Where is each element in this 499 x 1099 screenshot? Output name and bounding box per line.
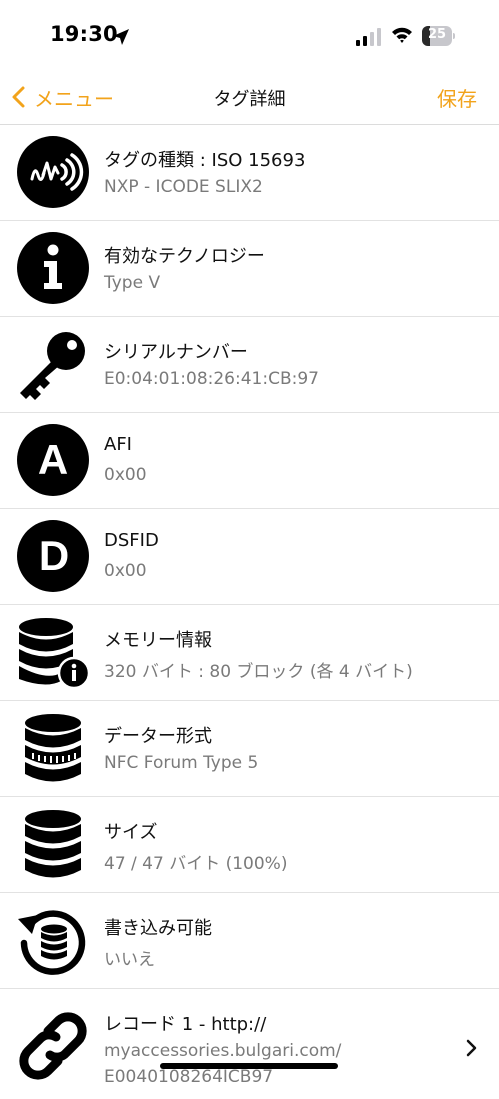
save-button[interactable]: 保存 xyxy=(437,83,477,112)
row-value: 0x00 xyxy=(104,561,147,581)
database-format-icon xyxy=(25,714,81,782)
back-button[interactable]: メニュー xyxy=(10,82,114,112)
list-item-afi[interactable]: A AFI 0x00 xyxy=(0,413,499,509)
row-value: NXP - ICODE SLIX2 xyxy=(104,177,263,197)
list-item-tag-type[interactable]: タグの種類 : ISO 15693 NXP - ICODE SLIX2 xyxy=(0,125,499,221)
chevron-left-icon xyxy=(12,86,25,108)
nfc-wave-icon xyxy=(17,136,89,208)
row-title: AFI xyxy=(104,434,132,455)
list-item-technology[interactable]: 有効なテクノロジー Type V xyxy=(0,221,499,317)
letter-d-icon: D xyxy=(17,520,89,592)
info-icon xyxy=(17,232,89,304)
list-item-writable[interactable]: 書き込み可能 いいえ xyxy=(0,893,499,989)
row-title: タグの種類 : ISO 15693 xyxy=(104,150,306,171)
icon-letter: A xyxy=(38,436,68,483)
status-bar: 19:30 25 xyxy=(0,0,499,72)
cellular-signal-icon xyxy=(356,28,381,46)
database-icon xyxy=(25,810,81,878)
location-arrow-icon xyxy=(113,29,129,45)
row-title: データー形式 xyxy=(104,726,212,747)
list-item-size[interactable]: サイズ 47 / 47 バイト (100%) xyxy=(0,797,499,893)
row-title: レコード 1 - http:// xyxy=(104,1014,267,1035)
icon-letter: D xyxy=(39,532,69,579)
row-value: 47 / 47 バイト (100%) xyxy=(104,854,288,874)
battery-icon: 25 xyxy=(422,26,456,46)
key-icon xyxy=(20,332,85,400)
letter-a-icon: A xyxy=(17,424,89,496)
row-value: NFC Forum Type 5 xyxy=(104,753,259,773)
database-info-icon xyxy=(19,618,90,689)
wifi-icon xyxy=(392,27,412,43)
row-value: Type V xyxy=(104,273,161,293)
list-item-serial-number[interactable]: シリアルナンバー E0:04:01:08:26:41:CB:97 xyxy=(0,317,499,413)
row-title: DSFID xyxy=(104,530,159,551)
home-indicator[interactable] xyxy=(160,1063,338,1069)
row-title: シリアルナンバー xyxy=(104,342,248,363)
navigation-bar: メニュー タグ詳細 保存 xyxy=(0,72,499,125)
list-item-memory-info[interactable]: メモリー情報 320 バイト : 80 ブロック (各 4 バイト) xyxy=(0,605,499,701)
row-value: E0:04:01:08:26:41:CB:97 xyxy=(104,369,319,389)
row-value: いいえ xyxy=(104,950,155,970)
row-title: 書き込み可能 xyxy=(104,918,212,939)
row-value: 320 バイト : 80 ブロック (各 4 バイト) xyxy=(104,662,413,682)
row-title: 有効なテクノロジー xyxy=(104,246,265,267)
row-title: メモリー情報 xyxy=(104,630,212,651)
list-item-dsfid[interactable]: D DSFID 0x00 xyxy=(0,509,499,605)
row-value: myaccessories.bulgari.com/ xyxy=(104,1041,342,1061)
back-button-label: メニュー xyxy=(34,86,114,111)
row-value: 0x00 xyxy=(104,465,147,485)
battery-level: 25 xyxy=(427,27,447,42)
list-item-record-1[interactable]: レコード 1 - http:// myaccessories.bulgari.c… xyxy=(0,989,499,1099)
database-rewrite-icon xyxy=(18,910,86,975)
list-item-data-format[interactable]: データー形式 NFC Forum Type 5 xyxy=(0,701,499,797)
row-title: サイズ xyxy=(104,822,158,843)
link-icon xyxy=(19,1012,87,1080)
status-time: 19:30 xyxy=(50,22,118,46)
row-value-line2: E0040108264ICB97 xyxy=(104,1067,274,1087)
tag-detail-list: タグの種類 : ISO 15693 NXP - ICODE SLIX2 有効なテ… xyxy=(0,125,499,1099)
chevron-right-icon xyxy=(466,1039,477,1057)
